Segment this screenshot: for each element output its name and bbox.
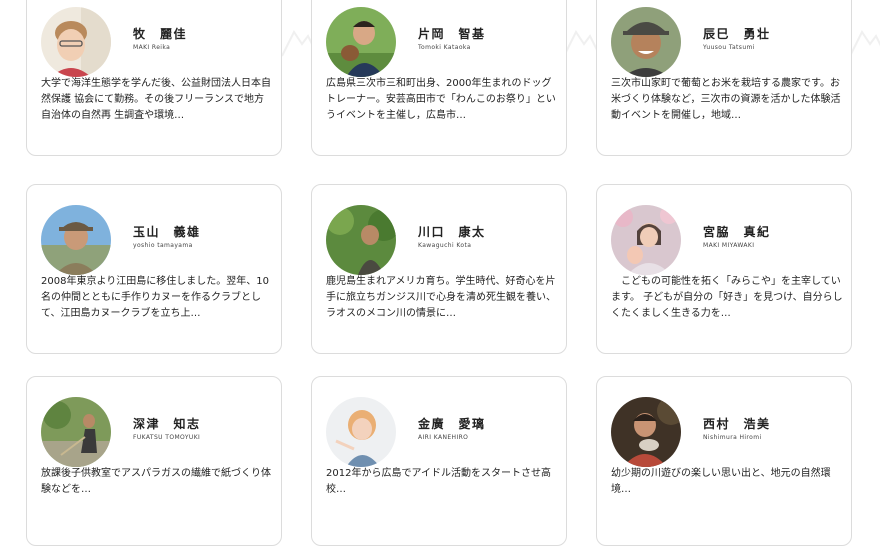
member-name: 辰巳 勇壮 <box>703 27 771 41</box>
member-romaji: yoshio tamayama <box>133 242 193 249</box>
member-name: 片岡 智基 <box>418 27 486 41</box>
member-romaji: Nishimura Hiromi <box>703 434 762 441</box>
member-card[interactable]: 玉山 義雄 yoshio tamayama 2008年東京より江田島に移住しまし… <box>26 184 282 354</box>
member-card[interactable]: 西村 浩美 Nishimura Hiromi 幼少期の川遊びの楽しい思い出と、地… <box>596 376 852 546</box>
member-bio: こどもの可能性を拓く「みらこや」を主宰しています。 子どもが自分の「好き」を見つ… <box>611 276 843 319</box>
member-romaji: AIRI KANEHIRO <box>418 434 469 441</box>
member-card[interactable]: 深津 知志 FUKATSU TOMOYUKI 放課後子供教室でアスパラガスの繊維… <box>26 376 282 546</box>
avatar <box>41 7 111 77</box>
member-card[interactable]: 辰巳 勇壮 Yuusou Tatsumi 三次市山家町で葡萄とお米を栽培する農家… <box>596 0 852 156</box>
member-name: 金廣 愛璃 <box>418 417 486 431</box>
avatar <box>611 397 681 467</box>
member-romaji: Tomoki Kataoka <box>418 44 471 51</box>
member-card[interactable]: 片岡 智基 Tomoki Kataoka 広島県三次市三和町出身、2000年生ま… <box>311 0 567 156</box>
member-bio: 2012年から広島でアイドル活動をスタートさせ高校… <box>326 468 551 495</box>
avatar <box>611 205 681 275</box>
member-name: 川口 康太 <box>418 225 486 239</box>
member-bio: 幼少期の川遊びの楽しい思い出と、地元の自然環境… <box>611 468 831 495</box>
member-card[interactable]: 牧 麗佳 MAKI Reika 大学で海洋生態学を学んだ後、公益財団法人日本自然… <box>26 0 282 156</box>
avatar <box>611 7 681 77</box>
member-bio: 放課後子供教室でアスパラガスの繊維で紙づくり体験などを… <box>41 468 271 495</box>
member-romaji: MAKI MIYAWAKI <box>703 242 755 249</box>
avatar <box>326 205 396 275</box>
member-romaji: Yuusou Tatsumi <box>703 44 755 51</box>
member-romaji: MAKI Reika <box>133 44 171 51</box>
avatar <box>41 205 111 275</box>
member-bio: 2008年東京より江田島に移住しました。翌年、10名の仲間とともに手作りカヌーを… <box>41 276 269 319</box>
member-card[interactable]: 金廣 愛璃 AIRI KANEHIRO 2012年から広島でアイドル活動をスター… <box>311 376 567 546</box>
avatar <box>326 397 396 467</box>
mountain-decoration <box>849 30 880 57</box>
member-card[interactable]: 川口 康太 Kawaguchi Kota 鹿児島生まれアメリカ育ち。学生時代、好… <box>311 184 567 354</box>
member-name: 玉山 義雄 <box>133 225 201 239</box>
member-bio: 三次市山家町で葡萄とお米を栽培する農家です。お米づくり体験など，三次市の資源を活… <box>611 78 841 121</box>
member-name: 深津 知志 <box>133 417 201 431</box>
member-bio: 鹿児島生まれアメリカ育ち。学生時代、好奇心を片手に旅立ちガンジス川で心身を清め死… <box>326 276 556 319</box>
member-romaji: FUKATSU TOMOYUKI <box>133 434 201 441</box>
member-bio: 広島県三次市三和町出身、2000年生まれのドッグトレーナー。安芸高田市で「わんこ… <box>326 78 556 121</box>
member-bio: 大学で海洋生態学を学んだ後、公益財団法人日本自然保護 協会にて勤務。その後フリー… <box>41 78 271 121</box>
avatar <box>326 7 396 77</box>
member-name: 宮脇 真紀 <box>703 225 771 239</box>
member-card[interactable]: 宮脇 真紀 MAKI MIYAWAKI こどもの可能性を拓く「みらこや」を主宰し… <box>596 184 852 354</box>
member-name: 西村 浩美 <box>703 417 771 431</box>
member-name: 牧 麗佳 <box>133 27 188 41</box>
member-romaji: Kawaguchi Kota <box>418 242 472 249</box>
avatar <box>41 397 111 467</box>
